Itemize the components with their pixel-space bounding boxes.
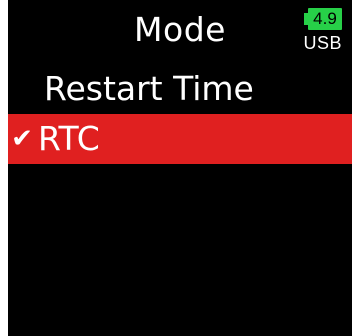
battery-indicator: 4.9 USB: [302, 8, 342, 58]
device-screen: Mode 4.9 USB Restart Time ✔ RTC: [8, 0, 352, 336]
power-source: USB: [303, 33, 342, 53]
checkmark-icon: ✔: [11, 124, 33, 154]
page-title: Mode: [134, 10, 226, 49]
header: Mode 4.9 USB: [8, 0, 352, 66]
menu-item-label: Restart Time: [44, 69, 254, 108]
menu-item-label: RTC: [38, 119, 100, 158]
menu-item-restart-time[interactable]: Restart Time: [8, 64, 352, 114]
battery-level: 4.9: [308, 8, 342, 30]
menu-item-rtc[interactable]: ✔ RTC: [8, 114, 352, 164]
mode-menu: Restart Time ✔ RTC: [8, 64, 352, 164]
